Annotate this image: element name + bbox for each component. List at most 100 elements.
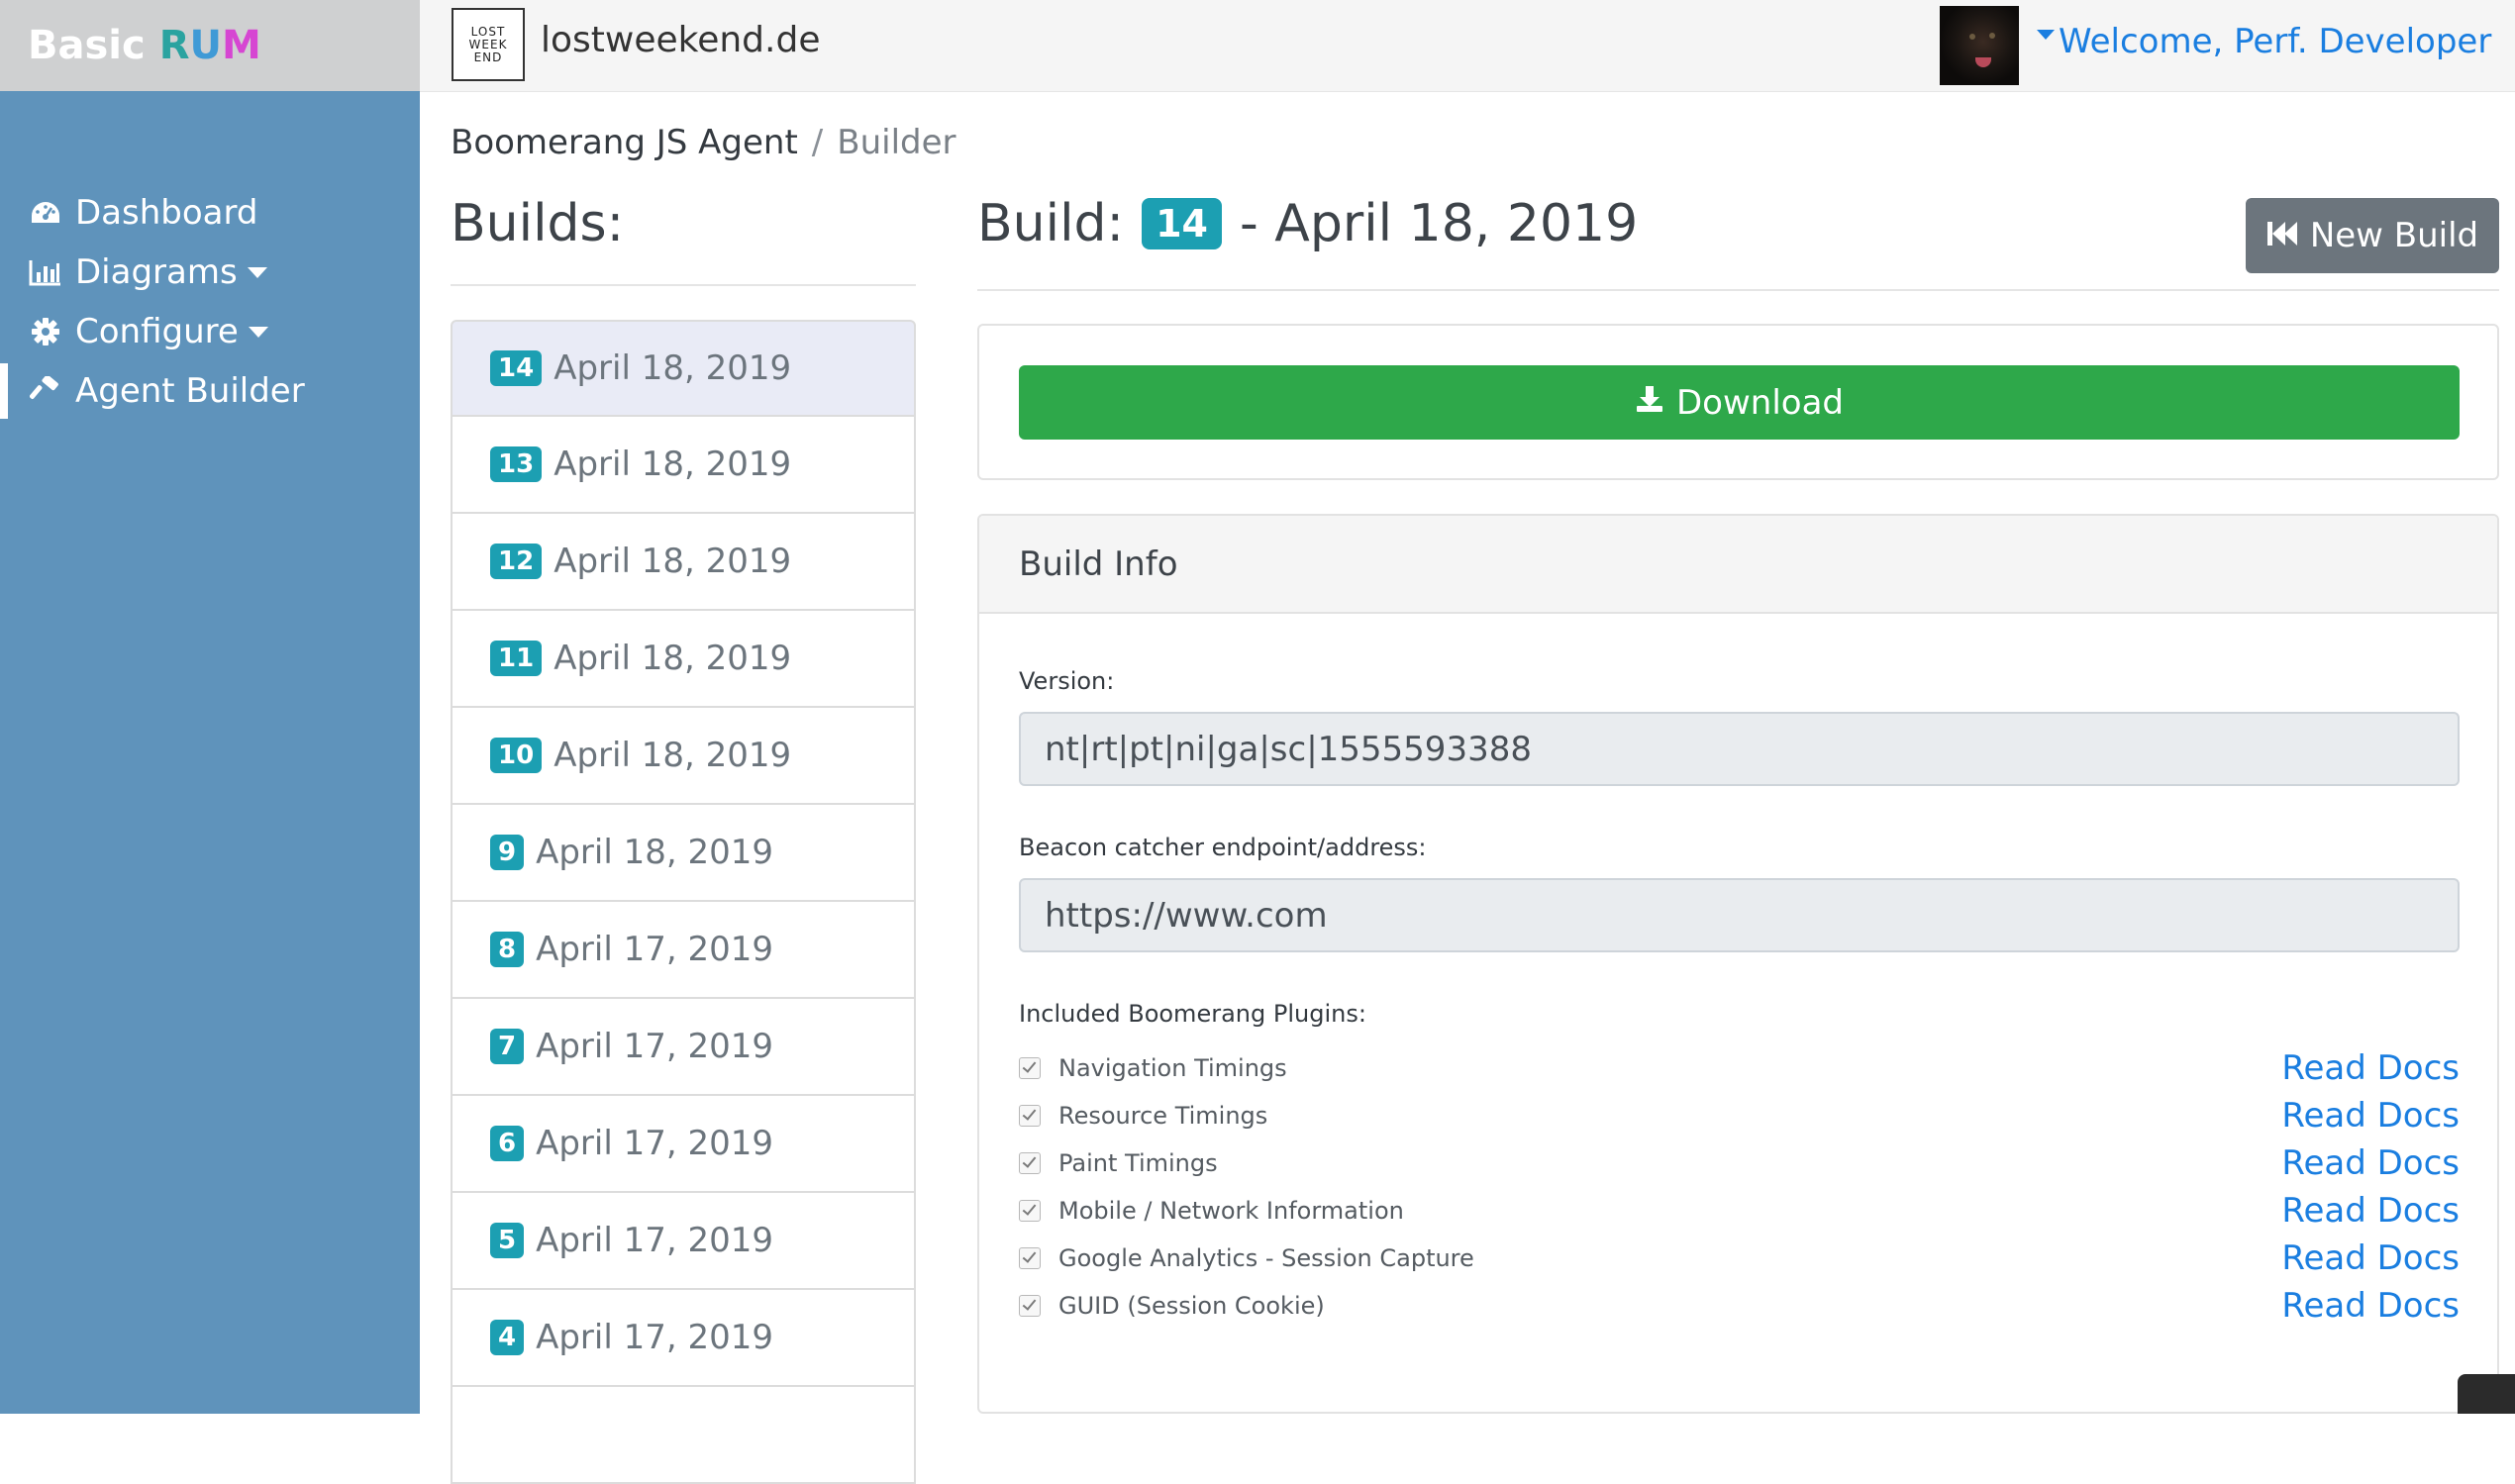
sidebar-item-agent-builder[interactable]: Agent Builder xyxy=(0,363,420,419)
build-list-item[interactable]: 4 April 17, 2019 xyxy=(451,1290,916,1387)
chevron-down-icon xyxy=(248,326,268,338)
build-date: April 17, 2019 xyxy=(536,1027,774,1066)
build-date: April 18, 2019 xyxy=(553,542,792,581)
download-label: Download xyxy=(1675,382,1844,423)
build-list-item[interactable]: 10 April 18, 2019 xyxy=(451,708,916,805)
build-list-item[interactable]: 5 April 17, 2019 xyxy=(451,1193,916,1290)
brand-logo[interactable]: Basic R U M xyxy=(0,0,420,91)
top-bar: LOST WEEK END lostweekend.de Welcome, Pe… xyxy=(420,0,2515,92)
read-docs-link[interactable]: Read Docs xyxy=(2281,1143,2460,1183)
build-date: April 17, 2019 xyxy=(536,1318,774,1357)
brand-letter-r: R xyxy=(158,23,190,68)
build-number-badge: 7 xyxy=(490,1029,525,1064)
read-docs-link[interactable]: Read Docs xyxy=(2281,1286,2460,1326)
brand-letter-m: M xyxy=(222,23,261,68)
build-info-heading: Build Info xyxy=(979,516,2497,614)
read-docs-link[interactable]: Read Docs xyxy=(2281,1048,2460,1088)
plugin-checkbox[interactable] xyxy=(1019,1295,1041,1317)
build-list-item[interactable]: 8 April 17, 2019 xyxy=(451,902,916,999)
plugin-checkbox[interactable] xyxy=(1019,1152,1041,1174)
build-number-badge: 8 xyxy=(490,932,525,967)
build-number-badge: 11 xyxy=(490,641,543,676)
site-name[interactable]: lostweekend.de xyxy=(541,20,820,60)
read-docs-link[interactable]: Read Docs xyxy=(2281,1096,2460,1136)
plugin-name: GUID (Session Cookie) xyxy=(1058,1292,1325,1320)
download-icon xyxy=(1635,383,1664,423)
breadcrumb-separator: / xyxy=(811,123,824,162)
sidebar-item-label: Agent Builder xyxy=(75,371,305,411)
logo-line: END xyxy=(473,49,503,64)
plugin-checkbox[interactable] xyxy=(1019,1247,1041,1269)
plugins-label: Included Boomerang Plugins: xyxy=(1019,1000,1366,1028)
endpoint-field[interactable]: https://www.com xyxy=(1019,878,2460,952)
plugin-name: Paint Timings xyxy=(1058,1149,1218,1177)
divider xyxy=(977,289,2499,291)
new-build-button[interactable]: New Build xyxy=(2246,198,2499,273)
build-list-item[interactable]: 13 April 18, 2019 xyxy=(451,417,916,514)
sidebar-item-diagrams[interactable]: Diagrams xyxy=(0,245,420,300)
build-number-badge: 12 xyxy=(490,544,543,579)
breadcrumb-current: Builder xyxy=(837,123,956,162)
gear-icon xyxy=(26,315,65,348)
plugin-name: Google Analytics - Session Capture xyxy=(1058,1244,1474,1272)
avatar[interactable] xyxy=(1940,6,2019,85)
build-number-badge: 9 xyxy=(490,835,525,870)
build-number-badge: 5 xyxy=(490,1223,525,1258)
breadcrumb: Boomerang JS Agent / Builder xyxy=(451,123,956,162)
sidebar-item-dashboard[interactable]: Dashboard xyxy=(0,185,420,241)
build-info-card: Build Info Version: nt|rt|pt|ni|ga|sc|15… xyxy=(977,514,2499,1414)
sidebar-item-label: Configure xyxy=(75,312,239,351)
user-menu-toggle[interactable]: Welcome, Perf. Developer xyxy=(2037,22,2491,61)
build-number-badge: 4 xyxy=(490,1320,525,1355)
build-number-badge: 10 xyxy=(490,738,543,773)
plugin-row: Mobile / Network Information Read Docs xyxy=(1019,1191,2460,1231)
build-title-prefix: Build: xyxy=(977,194,1125,253)
read-docs-link[interactable]: Read Docs xyxy=(2281,1191,2460,1231)
download-button[interactable]: Download xyxy=(1019,365,2460,440)
build-number-badge: 6 xyxy=(490,1126,525,1161)
sidebar: Dashboard Diagrams Configure Agent Build… xyxy=(0,91,420,1414)
build-list-item[interactable]: 6 April 17, 2019 xyxy=(451,1096,916,1193)
plugin-checkbox[interactable] xyxy=(1019,1200,1041,1222)
build-list-item[interactable]: 9 April 18, 2019 xyxy=(451,805,916,902)
plugin-name: Navigation Timings xyxy=(1058,1054,1287,1082)
breadcrumb-parent[interactable]: Boomerang JS Agent xyxy=(451,123,798,162)
build-list-item[interactable] xyxy=(451,1387,916,1484)
build-title-date: - April 18, 2019 xyxy=(1239,194,1639,253)
build-date: April 17, 2019 xyxy=(536,1221,774,1260)
sidebar-item-label: Diagrams xyxy=(75,252,238,292)
brand-word: Basic xyxy=(28,23,146,68)
new-build-label: New Build xyxy=(2309,216,2479,255)
build-number-badge: 14 xyxy=(490,350,543,386)
build-date: April 18, 2019 xyxy=(536,833,774,872)
bar-chart-icon xyxy=(26,255,65,289)
build-number-badge: 13 xyxy=(490,446,543,482)
build-date: April 18, 2019 xyxy=(553,736,792,775)
build-list-item[interactable]: 14 April 18, 2019 xyxy=(451,320,916,417)
divider xyxy=(451,284,916,286)
plugin-name: Mobile / Network Information xyxy=(1058,1197,1404,1225)
build-list-item[interactable]: 7 April 17, 2019 xyxy=(451,999,916,1096)
build-date: April 18, 2019 xyxy=(553,445,792,484)
endpoint-label: Beacon catcher endpoint/address: xyxy=(1019,834,1427,861)
chevron-down-icon xyxy=(2037,30,2055,40)
logo-line: WEEK xyxy=(468,37,508,51)
build-list-item[interactable]: 12 April 18, 2019 xyxy=(451,514,916,611)
chevron-down-icon xyxy=(247,266,267,278)
hammer-icon xyxy=(26,374,65,408)
fast-backward-icon xyxy=(2266,216,2300,255)
welcome-text: Welcome, Perf. Developer xyxy=(2059,22,2492,61)
build-title: Build: 14 - April 18, 2019 xyxy=(977,194,1638,253)
plugin-checkbox[interactable] xyxy=(1019,1057,1041,1079)
debug-toolbar-toggle[interactable] xyxy=(2458,1374,2515,1414)
version-label: Version: xyxy=(1019,667,1115,695)
read-docs-link[interactable]: Read Docs xyxy=(2281,1238,2460,1278)
plugin-checkbox[interactable] xyxy=(1019,1105,1041,1127)
sidebar-item-configure[interactable]: Configure xyxy=(0,304,420,359)
version-field[interactable]: nt|rt|pt|ni|ga|sc|1555593388 xyxy=(1019,712,2460,786)
build-list-item[interactable]: 11 April 18, 2019 xyxy=(451,611,916,708)
site-logo[interactable]: LOST WEEK END xyxy=(452,8,525,81)
build-date: April 18, 2019 xyxy=(553,348,792,388)
plugin-row: Navigation Timings Read Docs xyxy=(1019,1048,2460,1088)
build-number-badge: 14 xyxy=(1142,198,1222,249)
